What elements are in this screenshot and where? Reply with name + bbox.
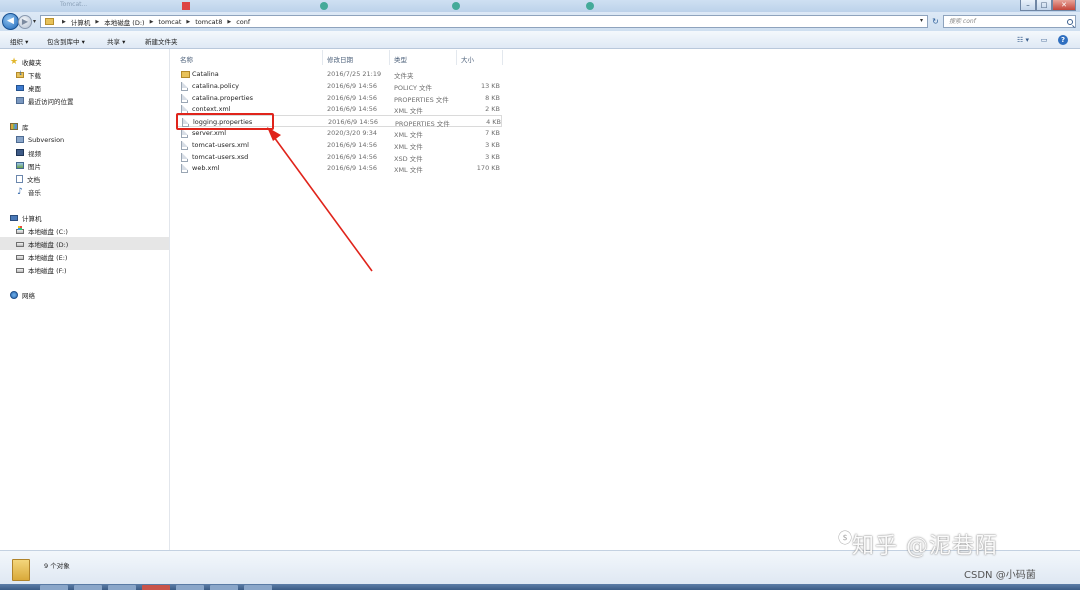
annotation-arrow-head xyxy=(267,127,281,141)
item-count: 9 个对象 xyxy=(44,562,70,570)
folder-icon xyxy=(12,559,30,581)
taskbar-button[interactable] xyxy=(74,585,102,590)
watermark-logo-icon: ⓢ xyxy=(838,531,852,547)
annotation-arrow-line xyxy=(270,132,373,272)
taskbar-button[interactable] xyxy=(40,585,68,590)
taskbar-button[interactable] xyxy=(108,585,136,590)
taskbar xyxy=(0,584,1080,590)
taskbar-button[interactable] xyxy=(210,585,238,590)
taskbar-button[interactable] xyxy=(142,585,170,590)
taskbar-button[interactable] xyxy=(176,585,204,590)
csdn-watermark: CSDN @小码菌 xyxy=(964,570,1036,581)
watermark-text: 知乎 @泥巷陌 xyxy=(852,534,998,559)
taskbar-button[interactable] xyxy=(244,585,272,590)
annotation-arrow xyxy=(267,127,373,272)
